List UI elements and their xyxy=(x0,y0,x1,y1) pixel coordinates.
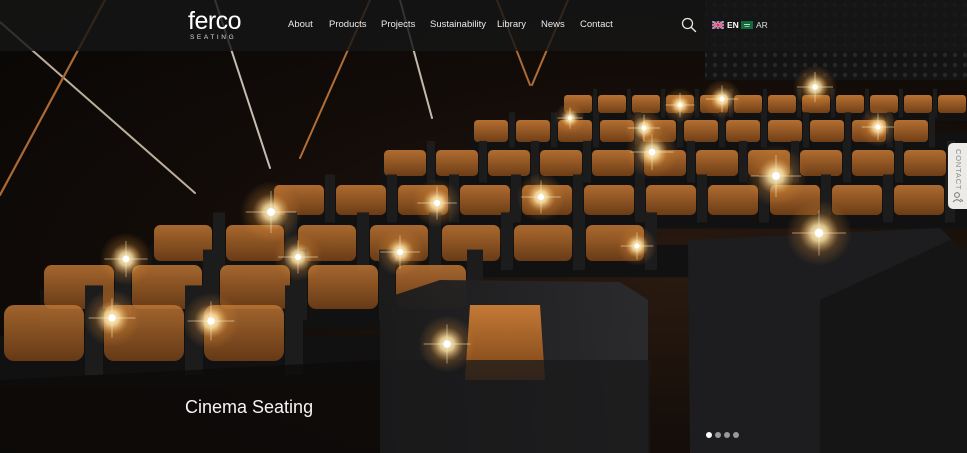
seat-light-core xyxy=(108,314,116,322)
seat-light-core xyxy=(648,148,656,156)
cinema-seat xyxy=(836,95,864,113)
cinema-seat xyxy=(514,225,572,261)
slider-dot[interactable] xyxy=(733,432,739,438)
slider-dot[interactable] xyxy=(715,432,721,438)
seat-divider xyxy=(687,140,695,183)
seat-divider xyxy=(635,174,645,223)
cinema-seat xyxy=(646,185,696,215)
nav-news[interactable]: News xyxy=(541,18,565,32)
seat-divider xyxy=(895,140,903,183)
seat-divider xyxy=(325,174,335,223)
seat-divider xyxy=(843,140,851,183)
cinema-seat xyxy=(474,120,508,142)
seat-divider xyxy=(387,174,397,223)
cinema-seat xyxy=(540,150,582,176)
cinema-seat xyxy=(768,95,796,113)
saudi-flag-icon xyxy=(741,21,753,29)
nav-about[interactable]: About xyxy=(288,18,313,32)
nav-contact[interactable]: Contact xyxy=(580,18,613,32)
seat-light-core xyxy=(634,243,640,249)
seat-light-core xyxy=(719,96,725,102)
logo-tagline: SEATING xyxy=(190,34,237,41)
seat-light-core xyxy=(396,248,404,256)
seat-light-core xyxy=(677,102,683,108)
cinema-seat xyxy=(810,120,844,142)
language-ar-link[interactable]: AR xyxy=(741,19,768,31)
cinema-seat xyxy=(894,185,944,215)
slider-pagination xyxy=(706,432,742,438)
seat-light-core xyxy=(433,199,441,207)
seat-divider xyxy=(501,212,513,270)
seat-divider xyxy=(697,174,707,223)
seat-light-core xyxy=(267,208,275,216)
language-en-label: EN xyxy=(727,20,739,30)
cinema-scene-image xyxy=(0,0,967,453)
seat-light-core xyxy=(537,193,545,201)
cinema-seat xyxy=(4,305,84,361)
cinema-seat xyxy=(696,150,738,176)
top-navigation-bar: ferco SEATING About Products Projects Su… xyxy=(0,0,967,51)
cinema-seat xyxy=(336,185,386,215)
seat-light-core xyxy=(443,340,451,348)
cinema-seat xyxy=(598,95,626,113)
seat-light-core xyxy=(812,84,818,90)
seat-divider xyxy=(285,285,303,375)
cinema-seat xyxy=(516,120,550,142)
cinema-seat xyxy=(726,120,760,142)
cinema-seat xyxy=(488,150,530,176)
seat-divider xyxy=(803,112,809,148)
seat-light-core xyxy=(814,228,824,238)
seat-divider xyxy=(357,212,369,270)
seat-divider xyxy=(427,140,435,183)
cinema-seat xyxy=(308,265,378,309)
contact-tab-label: CONTACT xyxy=(954,149,963,191)
cinema-seat xyxy=(436,150,478,176)
cinema-seat xyxy=(684,120,718,142)
language-en-link[interactable]: EN xyxy=(712,19,739,31)
seat-light-core xyxy=(875,124,881,130)
seat-divider xyxy=(479,140,487,183)
seat-divider xyxy=(573,212,585,270)
contact-person-icon xyxy=(952,192,964,203)
seat-light-core xyxy=(294,253,302,261)
hero-slider xyxy=(0,0,967,453)
cinema-seat xyxy=(904,150,946,176)
cinema-seat xyxy=(894,120,928,142)
cinema-seat xyxy=(384,150,426,176)
nav-library[interactable]: Library xyxy=(497,18,526,32)
seat-light-core xyxy=(568,116,572,120)
ferco-logo[interactable]: ferco SEATING xyxy=(188,8,252,44)
cinema-seat xyxy=(584,185,634,215)
seat-light-core xyxy=(122,255,130,263)
slider-dot[interactable] xyxy=(724,432,730,438)
nav-products[interactable]: Products xyxy=(329,18,367,32)
seat-light-core xyxy=(772,172,780,180)
slider-dot[interactable] xyxy=(706,432,712,438)
nav-sustainability[interactable]: Sustainability xyxy=(430,18,486,32)
language-ar-label: AR xyxy=(756,20,768,30)
seat-divider xyxy=(899,88,903,118)
cinema-seat xyxy=(852,150,894,176)
nav-projects[interactable]: Projects xyxy=(381,18,415,32)
seat-light-core xyxy=(207,317,215,325)
seat-divider xyxy=(583,140,591,183)
seat-divider xyxy=(883,174,893,223)
hero-caption: Cinema Seating xyxy=(185,397,314,417)
logo-wordmark: ferco xyxy=(188,7,242,35)
contact-side-tab[interactable]: CONTACT xyxy=(948,143,967,209)
uk-flag-icon xyxy=(712,21,724,29)
cinema-seat xyxy=(904,95,932,113)
search-icon[interactable] xyxy=(681,17,697,33)
seat-divider xyxy=(929,112,935,148)
seat-light-core xyxy=(641,125,647,131)
cinema-seat xyxy=(938,95,966,113)
seat-divider xyxy=(627,88,631,118)
seat-divider xyxy=(593,112,599,148)
cinema-seat xyxy=(768,120,802,142)
cinema-seat xyxy=(460,185,510,215)
seat-divider xyxy=(761,112,767,148)
seat-divider xyxy=(509,112,515,148)
